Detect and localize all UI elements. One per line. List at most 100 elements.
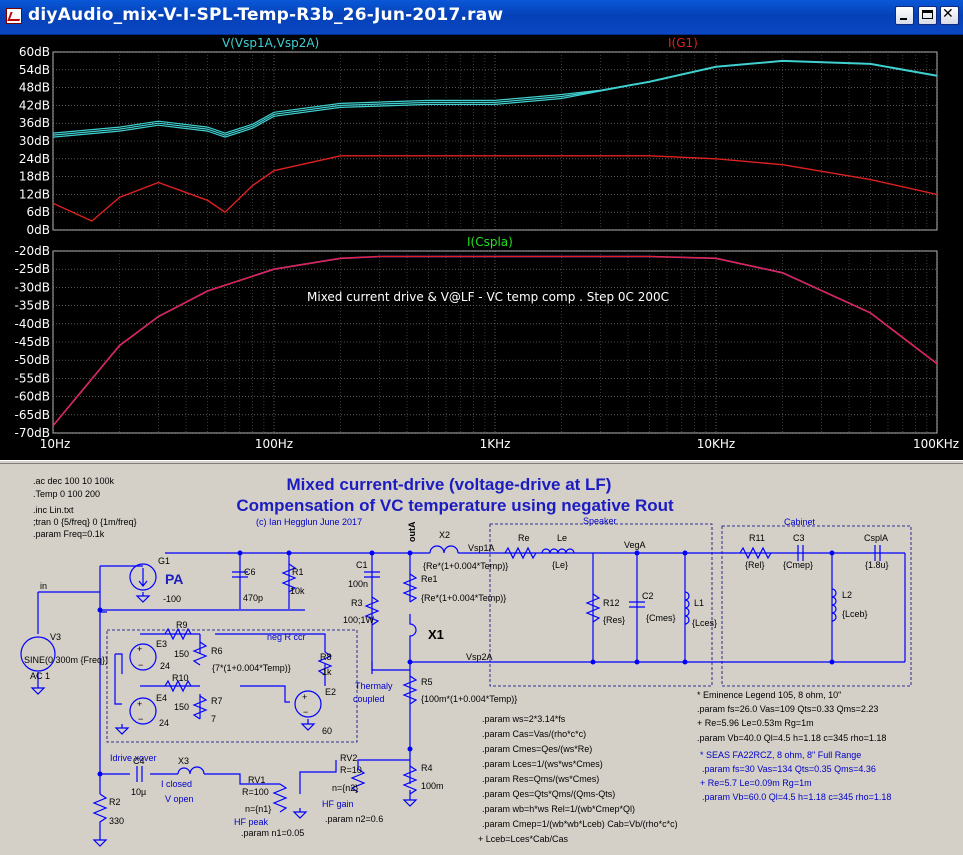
rv2-potentiometer[interactable]: RV2 R=10 n={n2} HF gain .param n2=0.6 (322, 753, 383, 824)
directive-line[interactable]: .inc Lin.txt (33, 505, 74, 515)
l2-inductor[interactable]: L2 {Lceb} (831, 588, 868, 622)
directive-line[interactable]: .Temp 0 100 200 (33, 489, 100, 499)
minimize-button[interactable] (895, 6, 914, 25)
trace-label-i-cspla[interactable]: I(Cspla) (467, 235, 513, 249)
close-icon: ✕ (942, 6, 954, 22)
svg-text:{Rel}: {Rel} (745, 560, 765, 570)
r5-resistor[interactable]: R5 {100m*(1+0.004*Temp)} (402, 675, 517, 705)
x-axis-ticks: 10Hz 100Hz 1KHz 10KHz 100KHz (40, 437, 959, 451)
svg-text:+ Re=5.7 Le=0.09m Rg=1m: + Re=5.7 Le=0.09m Rg=1m (700, 778, 812, 788)
svg-text:HF peak: HF peak (234, 817, 269, 827)
x-tick-label: 10Hz (40, 437, 71, 451)
x2-switch[interactable]: X2 {Re*(1+0.004*Temp)} Vsp1A (423, 530, 508, 571)
close-button[interactable]: ✕ (940, 6, 959, 25)
re-resistor[interactable]: Re (504, 533, 537, 560)
waveform-plot-area[interactable]: 60dB 54dB 48dB 42dB 36dB 30dB 24dB 18dB 12dB 6dB 0… (0, 35, 963, 460)
schematic-editor[interactable]: Mixed current-drive (voltage-drive at LF… (0, 464, 963, 855)
waveform-app-icon[interactable] (6, 8, 22, 24)
svg-text:HF gain: HF gain (322, 799, 354, 809)
svg-text:V open: V open (165, 794, 194, 804)
y-tick-label: -45dB (15, 335, 50, 349)
svg-text:.param Lces=1/(ws*ws*Cmes): .param Lces=1/(ws*ws*Cmes) (482, 759, 603, 769)
svg-text:+ Lceb=Lces*Cab/Cas: + Lceb=Lces*Cab/Cas (478, 834, 569, 844)
e2-source[interactable]: + − E2 60 (294, 687, 336, 736)
r1-resistor[interactable]: R1 10k (281, 563, 305, 596)
re1-resistor[interactable]: Re1 {Re*(1+0.004*Temp)} (402, 573, 506, 603)
schematic-canvas[interactable]: Mixed current-drive (voltage-drive at LF… (0, 464, 963, 855)
plot-canvas[interactable]: 60dB 54dB 48dB 42dB 36dB 30dB 24dB 18dB 12dB 6dB 0… (0, 35, 963, 460)
svg-text:.param Qes=Qts*Qms/(Qms-Qts): .param Qes=Qts*Qms/(Qms-Qts) (482, 789, 615, 799)
x3-switch[interactable]: X3 I closed V open (161, 756, 205, 804)
e4-source[interactable]: + − E4 24 (129, 693, 169, 728)
v3-source[interactable]: V3 SINE(0 300m {Freq}) AC 1 in (20, 581, 108, 681)
driver-eminence-params[interactable]: * Eminence Legend 105, 8 ohm, 10" .param… (697, 690, 886, 743)
title-bar: diyAudio_mix-V-I-SPL-Temp-R3b_26-Jun-201… (0, 0, 963, 35)
param-list[interactable]: .param ws=2*3.14*fs .param Cas=Vas/(rho*… (478, 714, 678, 844)
trace-line-v-vsp[interactable] (52, 60, 938, 138)
trace-label-v-vsp1a[interactable]: V(Vsp1A,Vsp2A) (222, 36, 319, 50)
svg-text:I closed: I closed (161, 779, 192, 789)
driver-seas-params[interactable]: * SEAS FA22RCZ, 8 ohm, 8" Full Range .pa… (700, 750, 891, 802)
svg-text:{Res}: {Res} (603, 615, 625, 625)
r11-resistor[interactable]: R11 {Rel} (739, 533, 772, 570)
r10-resistor[interactable]: R10 150 (164, 673, 192, 712)
y-tick-label: -65dB (15, 408, 50, 422)
svg-text:in: in (40, 581, 47, 591)
svg-text:Re: Re (518, 533, 530, 543)
outa-label: outA (407, 521, 417, 542)
bottom-plot-pane[interactable]: -20dB -25dB -30dB -35dB -40dB -45dB -50dB -55dB… (15, 235, 938, 440)
c1-capacitor[interactable]: C1 100n (348, 560, 380, 589)
c2-capacitor[interactable]: C2 {Cmes} (629, 591, 676, 623)
vsp2a-label: Vsp2A (466, 652, 493, 662)
r6-resistor[interactable]: R6 {7*(1+0.004*Temp)} (192, 641, 291, 673)
y-tick-label: 54dB (19, 63, 50, 77)
spice-directives[interactable]: .ac dec 100 10 100k .Temp 0 100 200 .inc… (33, 476, 137, 539)
svg-text:.param Vb=40.0 Ql=4.5 h=1.18 c: .param Vb=40.0 Ql=4.5 h=1.18 c=345 rho=1… (697, 733, 886, 743)
bottom-pane-y-ticks: -20dB -25dB -30dB -35dB -40dB -45dB -50dB -55dB… (15, 244, 50, 440)
svg-text:150: 150 (174, 649, 189, 659)
neg-r-label: neg R ccr (267, 632, 306, 642)
trace-label-i-g1[interactable]: I(G1) (668, 36, 698, 50)
svg-text:−: − (303, 707, 308, 717)
svg-text:.param Cmes=Qes/(ws*Re): .param Cmes=Qes/(ws*Re) (482, 744, 592, 754)
e3-source[interactable]: + − E3 24 (129, 639, 170, 671)
directive-line[interactable]: .param Freq=0.1k (33, 529, 105, 539)
top-pane-y-ticks: 60dB 54dB 48dB 42dB 36dB 30dB 24dB 18dB 12dB 6dB 0… (19, 45, 50, 237)
svg-text:X1: X1 (428, 627, 444, 642)
svg-text:60: 60 (322, 726, 332, 736)
svg-text:100m: 100m (421, 781, 444, 791)
svg-text:{7*(1+0.004*Temp)}: {7*(1+0.004*Temp)} (212, 663, 291, 673)
r3-resistor[interactable]: R3 100;1W (343, 596, 380, 626)
schematic-credit: (c) Ian Hegglun June 2017 (256, 517, 362, 527)
trace-line-v-vsp[interactable] (52, 59, 938, 134)
svg-text:V3: V3 (50, 632, 61, 642)
svg-text:.param n1=0.05: .param n1=0.05 (241, 828, 304, 838)
x1-switch[interactable]: X1 (409, 614, 444, 648)
r9-resistor[interactable]: R9 150 (164, 620, 192, 659)
r7-resistor[interactable]: R7 7 (192, 695, 223, 724)
svg-text:+: + (137, 644, 142, 654)
y-tick-label: -40dB (15, 317, 50, 331)
c6-capacitor[interactable]: C6 470p (232, 567, 263, 603)
le-inductor[interactable]: Le {Le} (541, 533, 575, 570)
svg-text:Vsp1A: Vsp1A (468, 543, 495, 553)
svg-text:.param Vb=60.0 Ql=4.5 h=1.18 c: .param Vb=60.0 Ql=4.5 h=1.18 c=345 rho=1… (702, 792, 891, 802)
y-tick-label: -60dB (15, 390, 50, 404)
svg-text:1k: 1k (322, 667, 332, 677)
svg-text:−: − (138, 660, 143, 670)
svg-text:n={n2}: n={n2} (332, 783, 358, 793)
c3-capacitor[interactable]: C3 {Cmep} (783, 533, 813, 570)
minimize-icon (900, 18, 907, 20)
directive-line[interactable]: ;tran 0 {5/freq} 0 {1m/freq} (33, 517, 137, 527)
svg-text:C6: C6 (244, 567, 256, 577)
directive-line[interactable]: .ac dec 100 10 100k (33, 476, 115, 486)
c4-capacitor[interactable]: C4 10µ (131, 756, 146, 797)
top-plot-pane[interactable]: 60dB 54dB 48dB 42dB 36dB 30dB 24dB 18dB 12dB 6dB 0… (19, 36, 938, 237)
svg-text:C1: C1 (356, 560, 368, 570)
svg-text:{1.8u}: {1.8u} (865, 560, 889, 570)
cspla-capacitor[interactable]: CsplA {1.8u} (864, 533, 889, 570)
maximize-button[interactable] (918, 6, 937, 25)
r2-resistor[interactable]: R2 330 (92, 793, 124, 836)
svg-text:R2: R2 (109, 797, 121, 807)
svg-text:.param fs=30 Vas=134 Qts=0.35: .param fs=30 Vas=134 Qts=0.35 Qms=4.36 (702, 764, 876, 774)
